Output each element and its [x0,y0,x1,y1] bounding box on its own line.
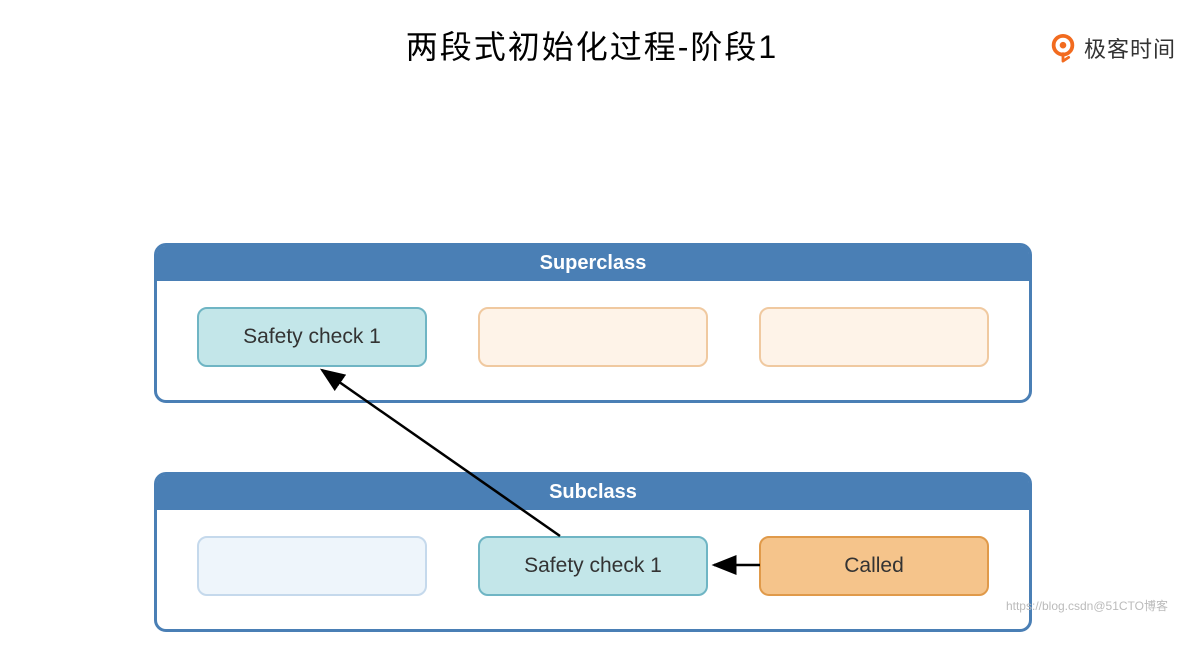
superclass-cell-empty-2 [759,307,989,367]
diagram-container: Superclass Safety check 1 Subclass Safet… [0,68,1184,568]
page-title: 两段式初始化过程-阶段1 [0,22,1184,68]
superclass-header: Superclass [157,246,1029,281]
subclass-body: Safety check 1 Called [157,510,1029,622]
subclass-cell-called: Called [759,536,989,596]
subclass-cell-empty [197,536,427,596]
superclass-box: Superclass Safety check 1 [154,243,1032,403]
subclass-cell-safety-check: Safety check 1 [478,536,708,596]
watermark-text: https://blog.csdn@51CTO博客 [1006,597,1168,614]
subclass-header: Subclass [157,475,1029,510]
superclass-cell-safety-check: Safety check 1 [197,307,427,367]
brand-logo: 极客时间 [1048,32,1176,64]
superclass-body: Safety check 1 [157,281,1029,393]
geektime-icon [1048,33,1078,63]
brand-text: 极客时间 [1084,32,1176,64]
superclass-cell-empty-1 [478,307,708,367]
subclass-box: Subclass Safety check 1 Called [154,472,1032,632]
